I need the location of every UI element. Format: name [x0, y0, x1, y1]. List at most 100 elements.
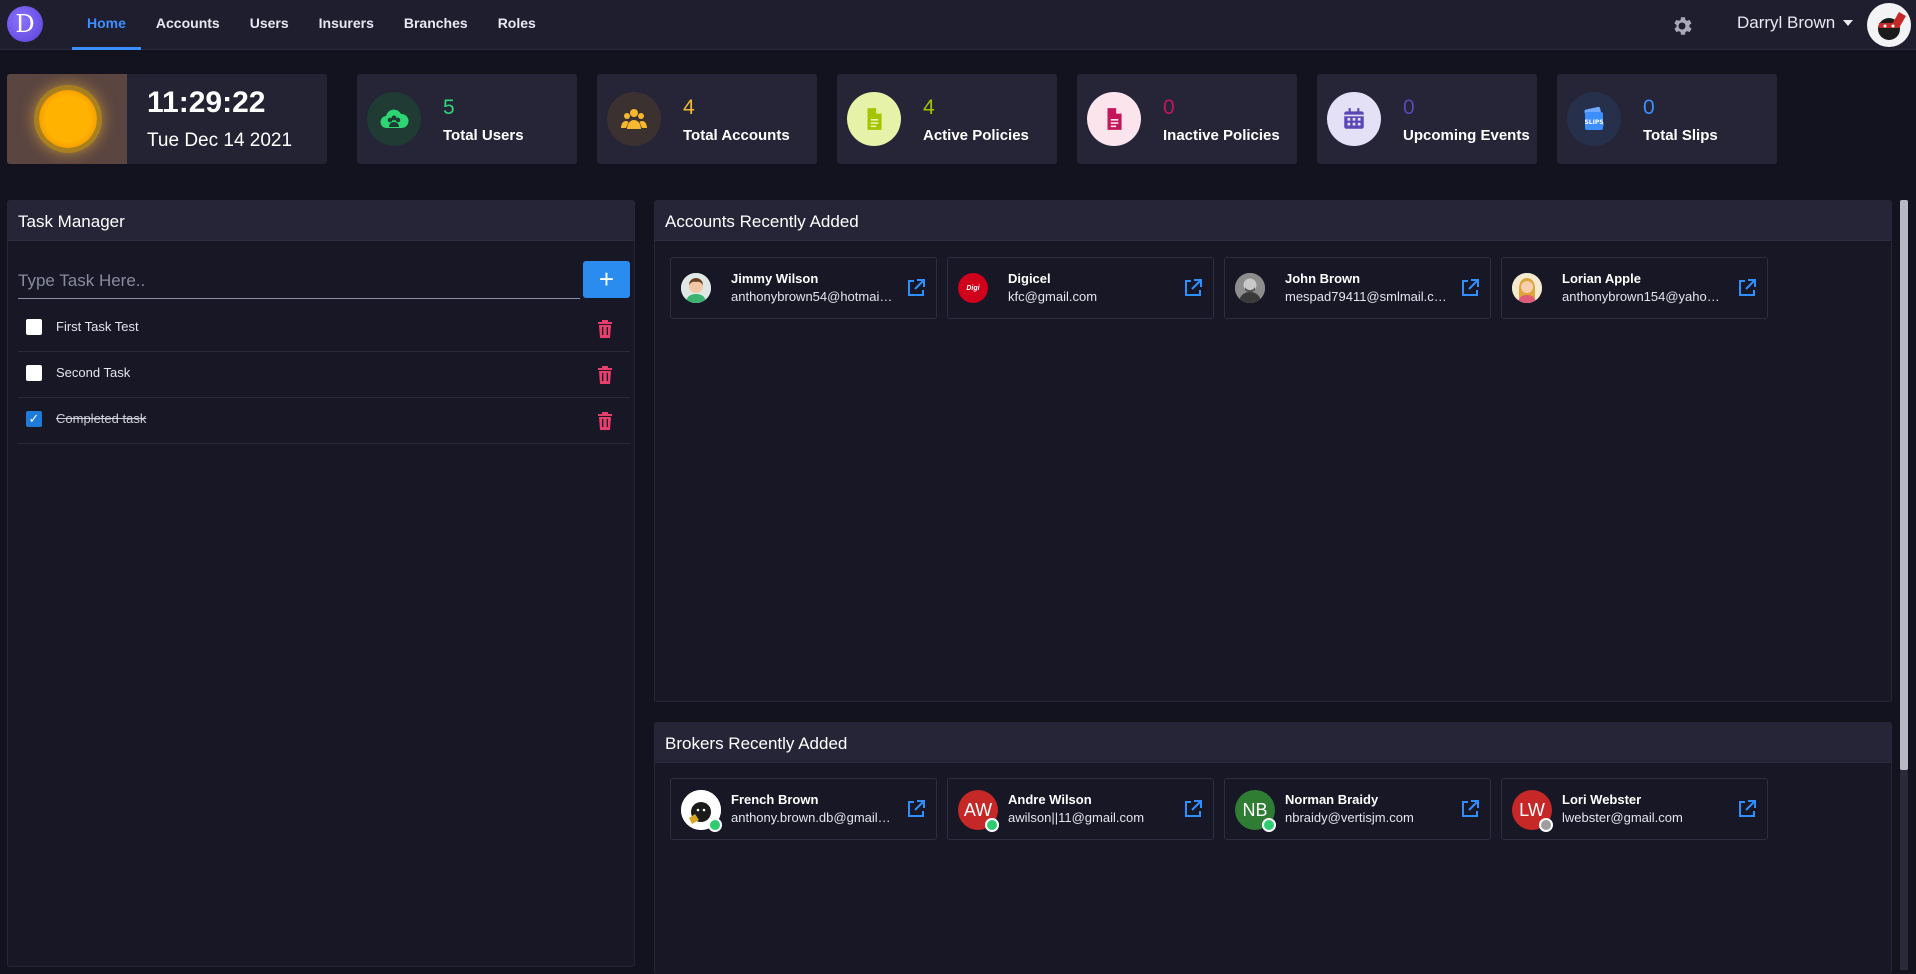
- user-avatar[interactable]: [1867, 3, 1911, 47]
- accounts-panel-title: Accounts Recently Added: [655, 201, 1891, 241]
- digicel-logo-text: Digi: [966, 284, 980, 292]
- sun-icon: [39, 90, 97, 148]
- stat-card-upcoming-events[interactable]: 0 Upcoming Events: [1317, 74, 1537, 164]
- tab-accounts[interactable]: Accounts: [141, 0, 235, 50]
- stat-label: Inactive Policies: [1163, 127, 1280, 144]
- tab-roles[interactable]: Roles: [483, 0, 551, 50]
- cartoon-girl-avatar: [1512, 273, 1542, 303]
- task-manager-panel: Task Manager + First Task Test Second Ta…: [7, 200, 635, 967]
- app-logo[interactable]: D: [7, 6, 43, 42]
- tab-branches[interactable]: Branches: [389, 0, 483, 50]
- account-name: Digicel: [1008, 271, 1051, 286]
- external-link-icon[interactable]: [1183, 278, 1203, 298]
- stat-value: 5: [443, 96, 455, 119]
- task-row: Second Task: [18, 352, 630, 398]
- external-link-icon[interactable]: [1737, 799, 1757, 819]
- stat-card-total-users[interactable]: 5 Total Users: [357, 74, 577, 164]
- task-input[interactable]: [18, 263, 580, 299]
- broker-card[interactable]: AW Andre Wilson awilson||11@gmail.com: [947, 778, 1214, 840]
- account-card[interactable]: Jimmy Wilson anthonybrown54@hotmail.com: [670, 257, 937, 319]
- document-list-icon: [1087, 92, 1141, 146]
- brokers-panel-title: Brokers Recently Added: [655, 723, 1891, 763]
- stat-label: Upcoming Events: [1403, 127, 1530, 144]
- add-task-button[interactable]: +: [583, 261, 630, 298]
- tab-insurers[interactable]: Insurers: [304, 0, 389, 50]
- broker-card[interactable]: LW Lori Webster lwebster@gmail.com: [1501, 778, 1768, 840]
- task-label: Completed task: [56, 411, 147, 426]
- stat-card-active-policies[interactable]: 4 Active Policies: [837, 74, 1057, 164]
- online-status-dot: [985, 818, 999, 832]
- account-email: anthonybrown154@yahoo.com: [1562, 289, 1724, 304]
- tab-users[interactable]: Users: [235, 0, 304, 50]
- tab-home[interactable]: Home: [72, 0, 141, 50]
- external-link-icon[interactable]: [1183, 799, 1203, 819]
- broker-email: nbraidy@vertisjm.com: [1285, 810, 1414, 825]
- stat-label: Total Slips: [1643, 127, 1718, 144]
- stat-value: 0: [1163, 96, 1175, 119]
- trash-icon[interactable]: [598, 320, 612, 338]
- user-name-label: Darryl Brown: [1737, 13, 1836, 32]
- account-card[interactable]: Lorian Apple anthonybrown154@yahoo.com: [1501, 257, 1768, 319]
- digicel-logo: Digi: [958, 273, 988, 303]
- external-link-icon[interactable]: [1737, 278, 1757, 298]
- task-checkbox[interactable]: ✓: [26, 411, 42, 427]
- offline-status-dot: [1539, 818, 1553, 832]
- task-label: First Task Test: [56, 319, 139, 334]
- trash-icon[interactable]: [598, 412, 612, 430]
- top-navbar: D Home Accounts Users Insurers Branches …: [0, 0, 1916, 50]
- broker-email: anthony.brown.db@gmail.com: [731, 810, 893, 825]
- task-checkbox[interactable]: [26, 319, 42, 335]
- calendar-icon: [1327, 92, 1381, 146]
- broker-card[interactable]: NB Norman Braidy nbraidy@vertisjm.com: [1224, 778, 1491, 840]
- account-name: Jimmy Wilson: [731, 271, 819, 286]
- broker-email: lwebster@gmail.com: [1562, 810, 1683, 825]
- stat-value: 0: [1403, 96, 1415, 119]
- slips-icon: SLIPS: [1567, 92, 1621, 146]
- external-link-icon[interactable]: [906, 799, 926, 819]
- stat-label: Total Users: [443, 127, 524, 144]
- trash-icon[interactable]: [598, 366, 612, 384]
- broker-card[interactable]: French Brown anthony.brown.db@gmail.com: [670, 778, 937, 840]
- users-cloud-icon: [367, 92, 421, 146]
- broker-email: awilson||11@gmail.com: [1008, 810, 1145, 825]
- accounts-panel: Accounts Recently Added Jimmy Wilson ant…: [654, 200, 1892, 702]
- scrollbar-thumb[interactable]: [1900, 200, 1908, 770]
- stat-card-total-slips[interactable]: SLIPS 0 Total Slips: [1557, 74, 1777, 164]
- page-scrollbar[interactable]: [1900, 200, 1908, 970]
- accounts-group-icon: [607, 92, 661, 146]
- user-menu[interactable]: Darryl Brown: [1737, 13, 1854, 33]
- stat-card-total-accounts[interactable]: 4 Total Accounts: [597, 74, 817, 164]
- chevron-down-icon: [1843, 20, 1854, 26]
- stat-label: Total Accounts: [683, 127, 790, 144]
- clock-card: 11:29:22 Tue Dec 14 2021: [7, 74, 327, 164]
- svg-text:SLIPS: SLIPS: [1584, 119, 1603, 126]
- account-email: mespad79411@smlmail.com: [1285, 289, 1447, 304]
- broker-name: Lori Webster: [1562, 792, 1642, 807]
- nav-tabs: Home Accounts Users Insurers Branches Ro…: [72, 0, 551, 50]
- cartoon-boy-avatar: [681, 273, 711, 303]
- stat-value: 0: [1643, 96, 1655, 119]
- external-link-icon[interactable]: [1460, 278, 1480, 298]
- account-email: anthonybrown54@hotmail.com: [731, 289, 893, 304]
- account-card[interactable]: Digi Digicel kfc@gmail.com: [947, 257, 1214, 319]
- clock-date: Tue Dec 14 2021: [147, 130, 293, 151]
- account-name: John Brown: [1285, 271, 1361, 286]
- man-photo-avatar: [1235, 273, 1265, 303]
- task-manager-title: Task Manager: [8, 201, 634, 241]
- account-email: kfc@gmail.com: [1008, 289, 1098, 304]
- gear-icon[interactable]: [1670, 14, 1694, 38]
- external-link-icon[interactable]: [906, 278, 926, 298]
- broker-name: French Brown: [731, 792, 819, 807]
- stat-card-inactive-policies[interactable]: 0 Inactive Policies: [1077, 74, 1297, 164]
- account-name: Lorian Apple: [1562, 271, 1641, 286]
- stat-label: Active Policies: [923, 127, 1029, 144]
- task-row: ✓ Completed task: [18, 398, 630, 444]
- sun-panel: [7, 74, 127, 164]
- external-link-icon[interactable]: [1460, 799, 1480, 819]
- clock-time: 11:29:22: [147, 86, 266, 119]
- document-icon: [847, 92, 901, 146]
- task-checkbox[interactable]: [26, 365, 42, 381]
- stat-value: 4: [923, 96, 935, 119]
- task-label: Second Task: [56, 365, 131, 380]
- account-card[interactable]: John Brown mespad79411@smlmail.com: [1224, 257, 1491, 319]
